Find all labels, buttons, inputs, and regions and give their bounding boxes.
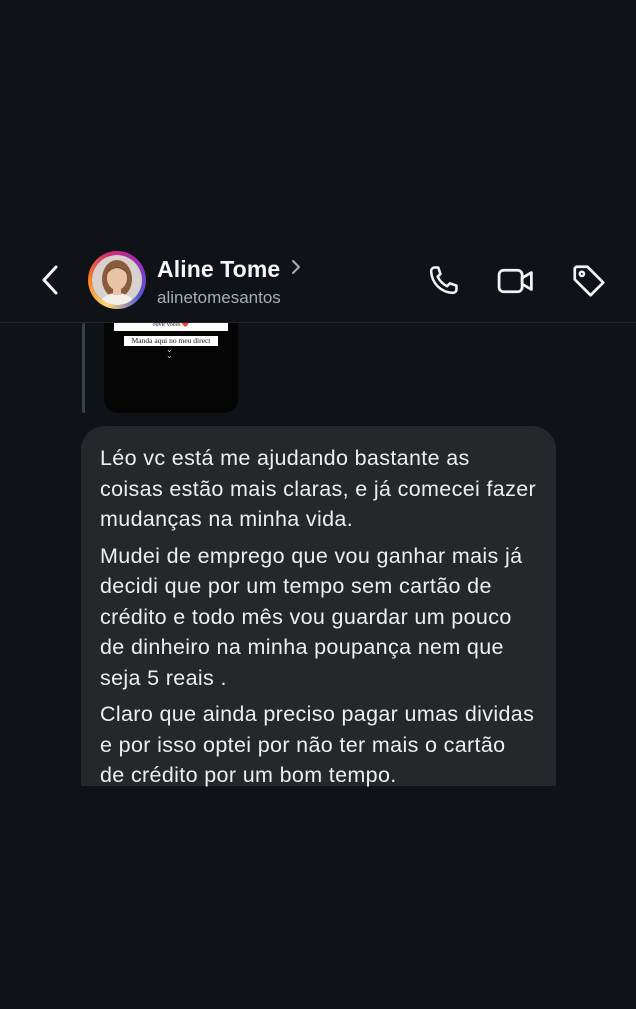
phone-icon [429,266,458,295]
contact-name: Aline Tome [157,256,281,282]
back-button[interactable] [34,260,70,300]
chat-header: Aline Tome alinetomesantos [0,232,636,323]
avatar[interactable] [88,251,146,309]
contact-handle: alinetomesantos [157,288,281,307]
message-thread[interactable]: abra seu coração aqui e me diga como. Eu… [0,323,636,1009]
chevron-right-icon [291,259,301,280]
contact-profile-link[interactable]: Aline Tome [157,256,301,283]
profile-photo [92,255,142,305]
message-bubble[interactable]: Léo vc está me ajudando bastante as cois… [81,426,556,787]
message-paragraph: Claro que ainda preciso pagar umas divid… [100,702,535,787]
voice-call-button[interactable] [424,262,462,305]
reply-indicator-bar [82,323,85,413]
tag-icon [573,265,605,297]
video-call-button[interactable] [496,262,536,305]
chevron-left-icon [42,265,58,295]
chevron-down-icon: ⌄ ⌄ [166,345,173,360]
tag-button[interactable] [570,262,608,305]
story-note-text: abra seu coração aqui e me diga como. Eu… [114,323,228,331]
story-reply-thumbnail[interactable]: abra seu coração aqui e me diga como. Eu… [104,323,238,413]
message-paragraph: Léo vc está me ajudando bastante as cois… [100,446,537,531]
video-camera-icon [497,268,533,294]
message-paragraph: Mudei de emprego que vou ganhar mais já … [100,543,523,690]
